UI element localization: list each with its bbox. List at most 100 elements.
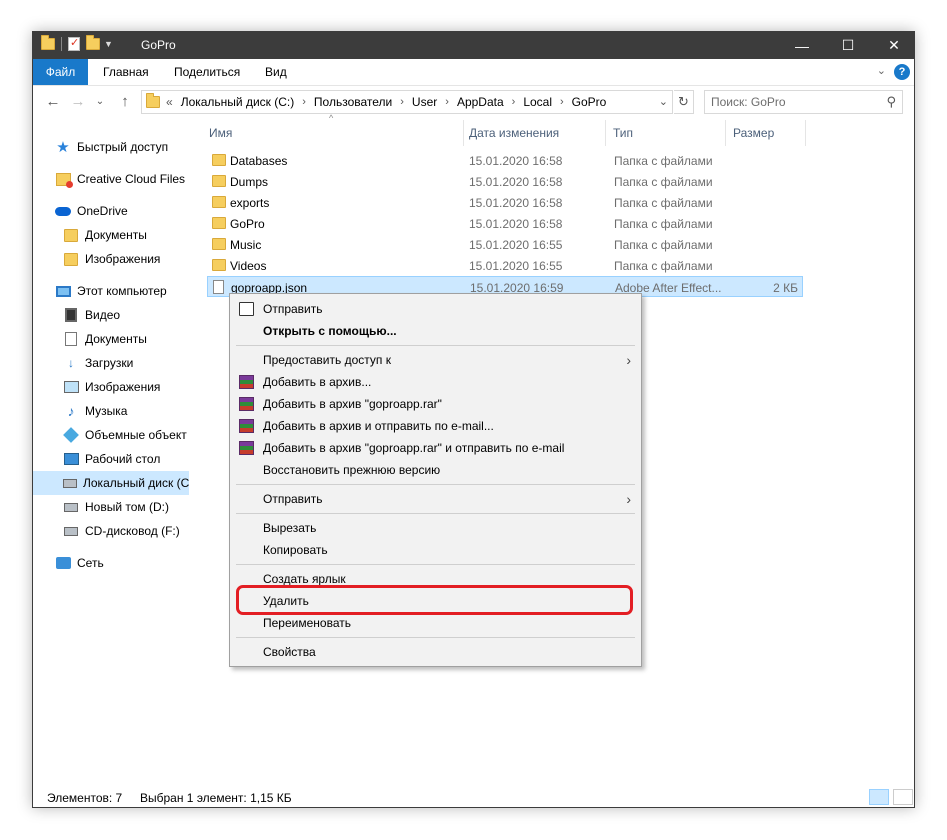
folder-icon <box>212 238 226 250</box>
refresh-button[interactable]: ↻ <box>674 90 694 114</box>
sidebar-item-this-pc[interactable]: Этот компьютер <box>33 279 189 303</box>
sidebar-item-desktop[interactable]: Рабочий стол <box>33 447 189 471</box>
up-button[interactable]: ↑ <box>115 93 135 110</box>
file-date: 15.01.2020 16:55 <box>469 259 563 273</box>
sidebar-item-onedrive-documents[interactable]: Документы <box>33 223 189 247</box>
menu-item-open-with[interactable]: Открыть с помощью... <box>230 320 641 342</box>
file-row[interactable]: Music 15.01.2020 16:55 Папка с файлами <box>207 234 803 255</box>
column-divider[interactable] <box>725 120 726 146</box>
file-row[interactable]: Videos 15.01.2020 16:55 Папка с файлами <box>207 255 803 276</box>
menu-item-add-archive[interactable]: Добавить в архив... <box>230 371 641 393</box>
sidebar-item-video[interactable]: Видео <box>33 303 189 327</box>
expand-ribbon-icon[interactable]: ⌄ <box>877 64 886 77</box>
menu-item-label: Переименовать <box>263 616 351 630</box>
sidebar-item-network[interactable]: Сеть <box>33 551 189 575</box>
forward-button[interactable]: → <box>68 93 88 110</box>
breadcrumb-separator[interactable]: › <box>512 96 516 108</box>
new-folder-icon[interactable] <box>86 35 100 50</box>
menu-item-restore-previous[interactable]: Восстановить прежнюю версию <box>230 459 641 481</box>
sidebar-item-quick-access[interactable]: ★ Быстрый доступ <box>33 135 189 159</box>
column-divider[interactable] <box>463 120 464 146</box>
breadcrumb-appdata[interactable]: AppData <box>457 95 504 109</box>
sidebar-item-label: OneDrive <box>77 204 128 218</box>
sidebar-item-creative-cloud[interactable]: Creative Cloud Files <box>33 167 189 191</box>
file-row[interactable]: Dumps 15.01.2020 16:58 Папка с файлами <box>207 171 803 192</box>
menu-item-add-archive-rar-email[interactable]: Добавить в архив "goproapp.rar" и отправ… <box>230 437 641 459</box>
window-title: GoPro <box>141 38 176 52</box>
sidebar-item-onedrive[interactable]: OneDrive <box>33 199 189 223</box>
folder-icon <box>146 93 160 108</box>
file-type: Папка с файлами <box>614 238 713 252</box>
menu-item-label: Отправить <box>263 492 323 506</box>
menu-item-add-archive-email[interactable]: Добавить в архив и отправить по e-mail..… <box>230 415 641 437</box>
menu-item-copy[interactable]: Копировать <box>230 539 641 561</box>
sidebar-item-label: Объемные объект <box>85 428 187 442</box>
breadcrumb-separator[interactable]: › <box>302 96 306 108</box>
column-date[interactable]: Дата изменения <box>467 120 559 146</box>
menu-item-rename[interactable]: Переименовать <box>230 612 641 634</box>
breadcrumb-separator[interactable]: › <box>445 96 449 108</box>
column-size[interactable]: Размер <box>731 120 774 146</box>
menu-item-label: Восстановить прежнюю версию <box>263 463 441 477</box>
sidebar-item-music[interactable]: ♪ Музыка <box>33 399 189 423</box>
file-row[interactable]: exports 15.01.2020 16:58 Папка с файлами <box>207 192 803 213</box>
address-bar[interactable]: « Локальный диск (C:) › Пользователи › U… <box>141 90 673 114</box>
tab-share[interactable]: Поделиться <box>161 59 253 85</box>
onedrive-icon <box>55 206 71 216</box>
properties-icon[interactable] <box>68 36 80 51</box>
details-view-button[interactable] <box>869 789 889 805</box>
tab-home[interactable]: Главная <box>90 59 162 85</box>
breadcrumb-separator[interactable]: › <box>560 96 564 108</box>
search-input[interactable]: Поиск: GoPro ⚲ <box>704 90 903 114</box>
breadcrumb-local-disk[interactable]: Локальный диск (C:) <box>181 95 295 109</box>
menu-item-send[interactable]: Отправить <box>230 298 641 320</box>
folder-icon <box>64 252 78 266</box>
sidebar-item-onedrive-pictures[interactable]: Изображения <box>33 247 189 271</box>
close-button[interactable]: ✕ <box>871 32 914 59</box>
help-icon[interactable]: ? <box>894 64 910 80</box>
file-row[interactable]: Databases 15.01.2020 16:58 Папка с файла… <box>207 150 803 171</box>
sidebar-item-label: Загрузки <box>85 356 134 370</box>
column-type[interactable]: Тип <box>611 120 633 146</box>
recent-locations-button[interactable]: ⌄ <box>90 96 110 107</box>
share-icon <box>239 302 254 316</box>
breadcrumb-users[interactable]: Пользователи <box>314 95 392 109</box>
breadcrumb-local[interactable]: Local <box>523 95 552 109</box>
large-icons-view-button[interactable] <box>893 789 913 805</box>
menu-item-give-access[interactable]: Предоставить доступ к › <box>230 349 641 371</box>
column-name[interactable]: Имя <box>207 120 232 146</box>
sidebar-item-documents[interactable]: Документы <box>33 327 189 351</box>
customize-toolbar-icon[interactable]: ▼ <box>104 39 113 49</box>
breadcrumb-overflow-button[interactable]: « <box>166 95 173 109</box>
breadcrumb-gopro[interactable]: GoPro <box>572 95 607 109</box>
file-icon <box>213 280 224 294</box>
folder-icon <box>212 259 226 271</box>
tab-view[interactable]: Вид <box>252 59 300 85</box>
column-divider[interactable] <box>605 120 606 146</box>
sidebar-item-local-disk-c[interactable]: Локальный диск (C <box>33 471 189 495</box>
menu-item-add-archive-rar[interactable]: Добавить в архив "goproapp.rar" <box>230 393 641 415</box>
menu-item-label: Добавить в архив... <box>263 375 372 389</box>
menu-item-label: Добавить в архив "goproapp.rar" и отправ… <box>263 441 565 455</box>
breadcrumb-user[interactable]: User <box>412 95 437 109</box>
submenu-arrow-icon: › <box>626 352 631 368</box>
back-button[interactable]: ← <box>43 93 63 110</box>
file-row[interactable]: GoPro 15.01.2020 16:58 Папка с файлами <box>207 213 803 234</box>
menu-item-properties[interactable]: Свойства <box>230 641 641 663</box>
folder-icon <box>212 196 226 208</box>
menu-item-label: Создать ярлык <box>263 572 346 586</box>
tab-file[interactable]: Файл <box>33 59 88 85</box>
column-divider[interactable] <box>805 120 806 146</box>
sidebar-item-cd-drive-f[interactable]: CD-дисковод (F:) <box>33 519 189 543</box>
menu-item-cut[interactable]: Вырезать <box>230 517 641 539</box>
sidebar-item-downloads[interactable]: ↓ Загрузки <box>33 351 189 375</box>
maximize-button[interactable]: ☐ <box>825 32 871 59</box>
menu-item-label: Копировать <box>263 543 328 557</box>
address-dropdown-icon[interactable]: ⌄ <box>659 95 668 108</box>
sidebar-item-3d-objects[interactable]: Объемные объект <box>33 423 189 447</box>
minimize-button[interactable]: — <box>779 32 825 59</box>
sidebar-item-new-volume-d[interactable]: Новый том (D:) <box>33 495 189 519</box>
sidebar-item-pictures[interactable]: Изображения <box>33 375 189 399</box>
menu-item-send-to[interactable]: Отправить › <box>230 488 641 510</box>
breadcrumb-separator[interactable]: › <box>400 96 404 108</box>
